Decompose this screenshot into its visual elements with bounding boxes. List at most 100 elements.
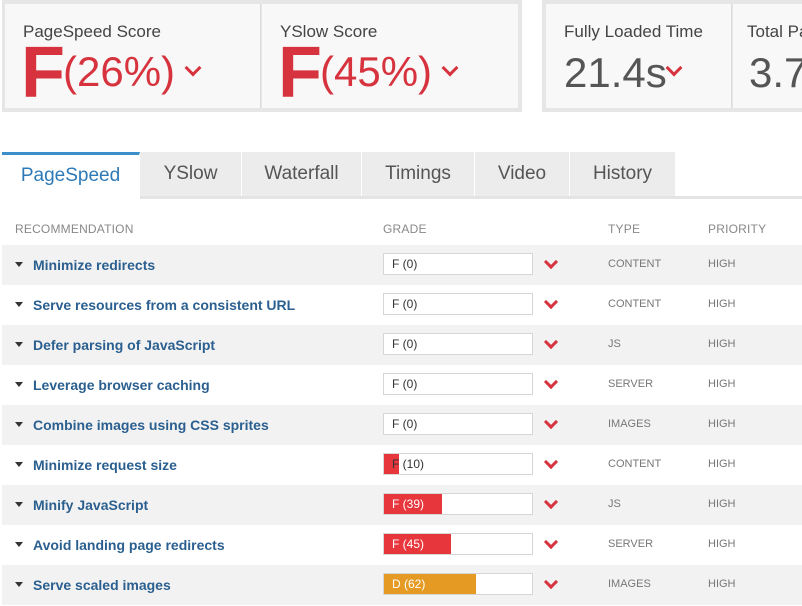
chevron-down-icon[interactable] [543, 454, 559, 470]
chevron-down-icon[interactable] [543, 374, 559, 390]
grade-value: F (0) [392, 337, 418, 351]
caret-down-icon[interactable] [15, 582, 23, 587]
grade-value: D (62) [392, 577, 426, 591]
priority-label: HIGH [708, 578, 736, 590]
yslow-grade: F [278, 33, 322, 113]
priority-label: HIGH [708, 538, 736, 550]
chevron-down-icon[interactable] [543, 414, 559, 430]
metrics-panel: Fully Loaded Time 21.4s Total Pa 3.7 [542, 0, 802, 112]
table-row[interactable]: Combine images using CSS sprites F (0) IMA… [2, 405, 802, 445]
grade-value: F (0) [392, 297, 418, 311]
type-label: SERVER [608, 538, 654, 550]
grade-bar: F (0) [383, 413, 533, 435]
caret-down-icon[interactable] [15, 422, 23, 427]
tab-history[interactable]: History [570, 152, 676, 196]
header-priority[interactable]: PRIORITY [708, 222, 766, 236]
chevron-down-icon[interactable] [543, 534, 559, 550]
table-row[interactable]: Leverage browser caching F (0) SERVER HIGH [2, 365, 802, 405]
header-grade[interactable]: GRADE [383, 222, 427, 236]
type-label: CONTENT [608, 298, 662, 310]
tab-video[interactable]: Video [475, 152, 570, 196]
type-label: IMAGES [608, 418, 651, 430]
priority-label: HIGH [708, 298, 736, 310]
recommendation-name[interactable]: Minimize redirects [33, 257, 155, 273]
priority-label: HIGH [708, 378, 736, 390]
fully-loaded-label: Fully Loaded Time [564, 22, 703, 41]
table-row[interactable]: Minimize redirects F (0) CONTENT HIGH [2, 245, 802, 285]
grade-value: F (0) [392, 417, 418, 431]
grade-bar: F (45) [383, 533, 533, 555]
priority-label: HIGH [708, 338, 736, 350]
total-page-value: 3.7 [749, 49, 802, 96]
type-label: CONTENT [608, 258, 662, 270]
table-row[interactable]: Minimize request size F (10) CONTENT HIGH [2, 445, 802, 485]
type-label: IMAGES [608, 578, 651, 590]
caret-down-icon[interactable] [15, 302, 23, 307]
total-page-card[interactable]: Total Pa 3.7 [733, 4, 802, 108]
type-label: JS [608, 498, 621, 510]
grade-bar: F (39) [383, 493, 533, 515]
chevron-down-icon [441, 59, 459, 77]
recommendation-name[interactable]: Minify JavaScript [33, 497, 148, 513]
chevron-down-icon[interactable] [543, 494, 559, 510]
table-row[interactable]: Avoid landing page redirects F (45) SERVER… [2, 525, 802, 565]
type-label: SERVER [608, 378, 654, 390]
total-page-label: Total Pa [747, 22, 802, 41]
fully-loaded-card[interactable]: Fully Loaded Time 21.4s [546, 4, 732, 108]
recommendation-name[interactable]: Defer parsing of JavaScript [33, 337, 215, 353]
type-label: JS [608, 338, 621, 350]
chevron-down-icon [665, 59, 683, 77]
grade-value: F (45) [392, 537, 425, 551]
yslow-score-card[interactable]: YSlow Score F (45%) [262, 4, 518, 113]
priority-label: HIGH [708, 458, 736, 470]
grade-bar: F (0) [383, 333, 533, 355]
caret-down-icon[interactable] [15, 262, 23, 267]
pagespeed-score-card[interactable]: PageSpeed Score F (26%) [5, 4, 261, 113]
caret-down-icon[interactable] [15, 502, 23, 507]
table-row[interactable]: Serve scaled images D (62) IMAGES HIGH [2, 565, 802, 605]
recommendation-name[interactable]: Avoid landing page redirects [33, 537, 225, 553]
caret-down-icon[interactable] [15, 542, 23, 547]
chevron-down-icon[interactable] [543, 254, 559, 270]
table-row[interactable]: Minify JavaScript F (39) JS HIGH [2, 485, 802, 525]
caret-down-icon[interactable] [15, 462, 23, 467]
report-tabs: PageSpeed YSlow Waterfall Timings Video … [2, 152, 802, 199]
grade-value: F (10) [392, 457, 425, 471]
grade-bar: F (0) [383, 253, 533, 275]
grade-value: F (39) [392, 497, 425, 511]
recommendation-name[interactable]: Serve scaled images [33, 577, 171, 593]
chevron-down-icon[interactable] [543, 334, 559, 350]
tab-timings[interactable]: Timings [362, 152, 475, 196]
grade-bar: F (0) [383, 373, 533, 395]
table-header: RECOMMENDATION GRADE TYPE PRIORITY [0, 222, 802, 242]
header-recommendation[interactable]: RECOMMENDATION [15, 222, 134, 236]
tab-waterfall[interactable]: Waterfall [242, 152, 362, 196]
chevron-down-icon[interactable] [543, 294, 559, 310]
pagespeed-grade: F [21, 33, 65, 113]
caret-down-icon[interactable] [15, 382, 23, 387]
priority-label: HIGH [708, 498, 736, 510]
grade-value: F (0) [392, 257, 418, 271]
pagespeed-percent: (26%) [63, 48, 176, 95]
priority-label: HIGH [708, 418, 736, 430]
recommendation-name[interactable]: Combine images using CSS sprites [33, 417, 269, 433]
table-row[interactable]: Defer parsing of JavaScript F (0) JS HIGH [2, 325, 802, 365]
caret-down-icon[interactable] [15, 342, 23, 347]
tab-yslow[interactable]: YSlow [140, 152, 242, 196]
header-type[interactable]: TYPE [608, 222, 640, 236]
chevron-down-icon [184, 59, 202, 77]
table-row[interactable]: Serve resources from a consistent URL F (… [2, 285, 802, 325]
recommendation-name[interactable]: Minimize request size [33, 457, 177, 473]
chevron-down-icon[interactable] [543, 574, 559, 590]
fully-loaded-value: 21.4s [564, 49, 667, 96]
grade-bar: F (10) [383, 453, 533, 475]
grade-bar: D (62) [383, 573, 533, 595]
yslow-percent: (45%) [320, 48, 433, 95]
priority-label: HIGH [708, 258, 736, 270]
recommendation-name[interactable]: Leverage browser caching [33, 377, 210, 393]
grade-bar: F (0) [383, 293, 533, 315]
tab-pagespeed[interactable]: PageSpeed [2, 152, 140, 199]
recommendation-name[interactable]: Serve resources from a consistent URL [33, 297, 295, 313]
grade-value: F (0) [392, 377, 418, 391]
score-panel: PageSpeed Score F (26%) YSlow Score F (4… [2, 0, 522, 112]
